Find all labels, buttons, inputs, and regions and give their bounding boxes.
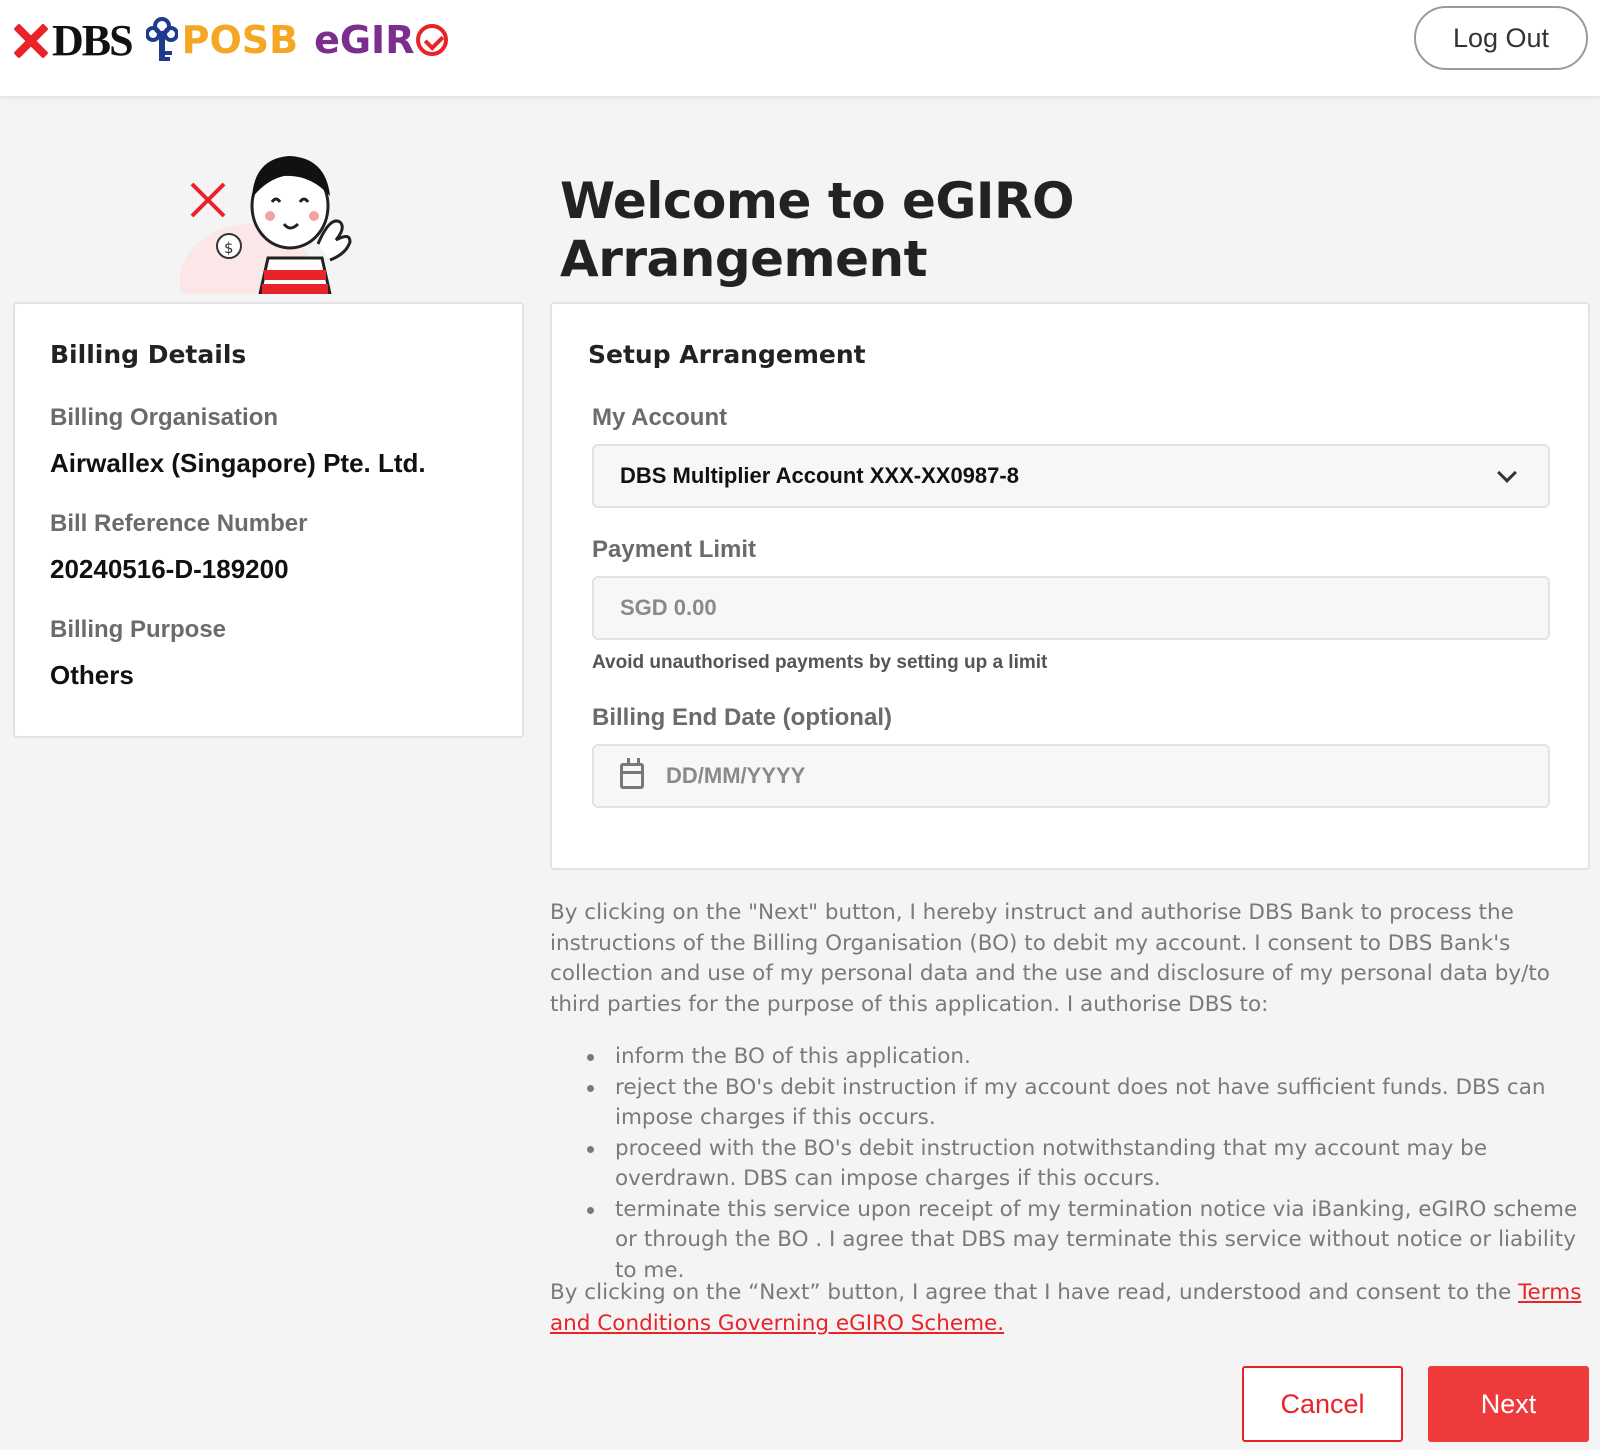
setup-arrangement-heading: Setup Arrangement bbox=[588, 340, 866, 369]
billing-details-heading: Billing Details bbox=[50, 340, 247, 369]
consent-list-item: reject the BO's debit instruction if my … bbox=[585, 1073, 1595, 1134]
billing-purpose-label: Billing Purpose bbox=[50, 616, 227, 643]
consent-list-item: proceed with the BO's debit instruction … bbox=[585, 1134, 1595, 1195]
billing-organisation-value: Airwallex (Singapore) Pte. Ltd. bbox=[50, 448, 426, 478]
brand-logo: DBS POSB eGIR bbox=[12, 14, 449, 66]
dbs-logo-text: DBS bbox=[52, 15, 134, 65]
consent-final: By clicking on the “Next” button, I agre… bbox=[550, 1278, 1590, 1339]
my-account-label: My Account bbox=[592, 404, 728, 431]
mascot-illustration: $ bbox=[180, 156, 352, 294]
payment-limit-label: Payment Limit bbox=[592, 536, 757, 563]
payment-limit-hint: Avoid unauthorised payments by setting u… bbox=[592, 652, 1048, 673]
setup-arrangement-card: Setup Arrangement My Account DBS Multipl… bbox=[550, 302, 1590, 870]
page-title: Welcome to eGIRO Arrangement bbox=[560, 172, 1075, 288]
bill-reference-value: 20240516-D-189200 bbox=[50, 554, 289, 584]
egiro-logo: eGIR bbox=[314, 18, 449, 62]
billing-end-date-input[interactable]: DD/MM/YYYY bbox=[592, 744, 1550, 808]
billing-organisation-label: Billing Organisation bbox=[50, 404, 279, 431]
billing-end-date-label: Billing End Date (optional) bbox=[592, 704, 892, 731]
billing-details-card: Billing Details Billing Organisation Air… bbox=[13, 302, 524, 738]
account-select-value: DBS Multiplier Account XXX-XX0987-8 bbox=[620, 463, 1019, 488]
egiro-check-icon bbox=[416, 24, 449, 56]
bill-reference-label: Bill Reference Number bbox=[50, 510, 308, 537]
posb-key-icon bbox=[145, 17, 178, 61]
dbs-logo-icon bbox=[12, 22, 48, 58]
billing-purpose-value: Others bbox=[50, 660, 134, 690]
payment-limit-input[interactable]: SGD 0.00 bbox=[592, 576, 1550, 640]
chevron-down-icon bbox=[1497, 463, 1517, 483]
payment-limit-placeholder: SGD 0.00 bbox=[620, 595, 717, 620]
consent-list-item: terminate this service upon receipt of m… bbox=[585, 1195, 1595, 1287]
cancel-button[interactable]: Cancel bbox=[1242, 1366, 1403, 1442]
next-button[interactable]: Next bbox=[1428, 1366, 1589, 1442]
consent-list: inform the BO of this application. rejec… bbox=[585, 1042, 1595, 1286]
calendar-icon[interactable] bbox=[620, 758, 644, 789]
consent-final-text: By clicking on the “Next” button, I agre… bbox=[550, 1280, 1519, 1305]
consent-list-item: inform the BO of this application. bbox=[585, 1042, 1595, 1073]
end-date-placeholder: DD/MM/YYYY bbox=[666, 763, 806, 788]
account-select[interactable]: DBS Multiplier Account XXX-XX0987-8 bbox=[592, 444, 1550, 508]
posb-logo-text: POSB bbox=[181, 18, 299, 62]
egiro-logo-text: eGIR bbox=[314, 18, 415, 62]
logout-button[interactable]: Log Out bbox=[1414, 6, 1588, 70]
svg-text:$: $ bbox=[224, 239, 234, 257]
consent-intro: By clicking on the "Next" button, I here… bbox=[550, 900, 1550, 1017]
top-bar: DBS POSB eGIR Log Out bbox=[0, 0, 1600, 96]
